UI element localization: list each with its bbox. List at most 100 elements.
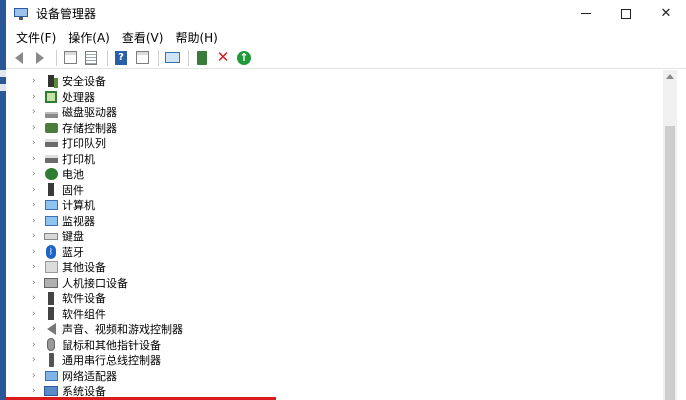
- update-driver-button[interactable]: [193, 49, 211, 67]
- toolbar-separator: [188, 49, 189, 66]
- tree-item-mice[interactable]: › 鼠标和其他指针设备: [6, 338, 663, 353]
- help-icon: ?: [115, 50, 127, 65]
- tree-item-batteries[interactable]: › 电池: [6, 167, 663, 182]
- tree-item-hid[interactable]: › 人机接口设备: [6, 276, 663, 291]
- tree-item-label: 监视器: [62, 214, 95, 228]
- processor-icon-shape: [45, 90, 57, 103]
- menu-file[interactable]: 文件(F): [16, 29, 56, 46]
- mouse-icon: [44, 338, 58, 352]
- other-device-icon-shape: [44, 261, 58, 273]
- scroll-up-arrow-icon[interactable]: [666, 74, 674, 79]
- software-device-icon-shape: [48, 291, 54, 305]
- chevron-right-icon[interactable]: ›: [32, 92, 36, 102]
- back-button[interactable]: [10, 49, 28, 67]
- storage-controller-icon-shape: [44, 122, 58, 133]
- tree-item-storage-controllers[interactable]: › 存储控制器: [6, 121, 663, 136]
- chevron-right-icon[interactable]: ›: [32, 309, 36, 319]
- close-button[interactable]: ✕: [646, 0, 686, 27]
- tree-item-other-devices[interactable]: › 其他设备: [6, 260, 663, 275]
- chevron-right-icon[interactable]: ›: [32, 169, 36, 179]
- uninstall-icon: ✕: [216, 48, 230, 66]
- chevron-right-icon[interactable]: ›: [32, 216, 36, 226]
- printer-icon: [44, 152, 58, 166]
- chevron-right-icon[interactable]: ›: [32, 324, 36, 334]
- tree-item-monitors[interactable]: › 监视器: [6, 214, 663, 229]
- toolbar: ? ✕ ↑: [6, 47, 686, 69]
- chevron-right-icon[interactable]: ›: [32, 262, 36, 272]
- tree-item-computer[interactable]: › 计算机: [6, 198, 663, 213]
- chevron-right-icon[interactable]: ›: [32, 76, 36, 86]
- list-view-button[interactable]: [82, 49, 100, 67]
- back-arrow-icon: [15, 51, 23, 64]
- chevron-right-icon[interactable]: ›: [32, 247, 36, 257]
- chevron-right-icon[interactable]: ›: [32, 123, 36, 133]
- chevron-right-icon[interactable]: ›: [32, 138, 36, 148]
- tree-item-bluetooth[interactable]: › ᛒ 蓝牙: [6, 244, 663, 260]
- chevron-right-icon[interactable]: ›: [32, 154, 36, 164]
- system-device-icon-shape: [44, 386, 58, 396]
- processor-icon: [44, 90, 58, 104]
- tree-item-label: 人机接口设备: [62, 276, 128, 290]
- tree-item-usb-controllers[interactable]: › 通用串行总线控制器: [6, 353, 663, 368]
- tree-item-network-adapters[interactable]: › 网络适配器: [6, 369, 663, 384]
- chevron-right-icon[interactable]: ›: [32, 200, 36, 210]
- chevron-right-icon[interactable]: ›: [32, 278, 36, 288]
- tree-item-sound-video-game[interactable]: › 声音、视频和游戏控制器: [6, 322, 663, 337]
- window-edge: [677, 70, 686, 400]
- device-manager-icon: [14, 7, 28, 20]
- enable-device-button[interactable]: ↑: [235, 49, 253, 67]
- chevron-right-icon[interactable]: ›: [32, 231, 36, 241]
- view-button[interactable]: [133, 49, 151, 67]
- forward-button[interactable]: [31, 49, 49, 67]
- tree-item-disk-drives[interactable]: › 磁盘驱动器: [6, 105, 663, 120]
- menu-help[interactable]: 帮助(H): [175, 29, 217, 46]
- minimize-button[interactable]: [566, 0, 606, 27]
- tree-item-label: 软件设备: [62, 292, 106, 305]
- tree-item-software-components[interactable]: › 软件组件: [6, 307, 663, 322]
- disk-drive-icon-shape: [44, 112, 58, 118]
- tree-item-firmware[interactable]: › 固件: [6, 183, 663, 198]
- tree-item-processor[interactable]: › 处理器: [6, 90, 663, 105]
- security-device-icon-shape: [48, 75, 54, 87]
- help-button[interactable]: ?: [112, 49, 130, 67]
- tree-item-print-queues[interactable]: › 打印队列: [6, 136, 663, 151]
- monitor-screen-shape: [14, 7, 28, 17]
- battery-icon: [44, 167, 58, 181]
- scan-monitor-icon: [164, 52, 180, 63]
- bluetooth-icon-glyph: ᛒ: [46, 244, 56, 259]
- scan-hardware-button[interactable]: [163, 49, 181, 67]
- chevron-right-icon[interactable]: ›: [32, 340, 36, 350]
- chevron-right-icon[interactable]: ›: [32, 107, 36, 117]
- chevron-right-icon[interactable]: ›: [32, 371, 36, 381]
- uninstall-button[interactable]: ✕: [214, 49, 232, 67]
- tree-item-security[interactable]: › 安全设备: [6, 74, 663, 89]
- tree-item-printers[interactable]: › 打印机: [6, 152, 663, 167]
- software-component-icon: [44, 307, 58, 321]
- vertical-scrollbar[interactable]: [663, 70, 677, 400]
- tree-item-keyboards[interactable]: › 键盘: [6, 229, 663, 244]
- hid-icon: [44, 276, 58, 290]
- software-device-icon: [44, 291, 58, 305]
- mouse-icon-shape: [47, 338, 55, 351]
- network-adapter-icon: [44, 369, 58, 383]
- scrollbar-thumb[interactable]: [665, 126, 675, 400]
- tree-item-label: 蓝牙: [62, 245, 84, 259]
- security-device-icon: [44, 74, 58, 88]
- minimize-icon: [581, 13, 591, 14]
- menu-view[interactable]: 查看(V): [122, 29, 164, 46]
- tree-item-software-devices[interactable]: › 软件设备: [6, 291, 663, 306]
- maximize-button[interactable]: [606, 0, 646, 27]
- chevron-right-icon[interactable]: ›: [32, 386, 36, 396]
- menu-action[interactable]: 操作(A): [68, 29, 110, 46]
- properties-button[interactable]: [61, 49, 79, 67]
- monitor-icon-shape: [44, 215, 58, 226]
- speaker-icon: [44, 322, 58, 336]
- menu-bar: 文件(F) 操作(A) 查看(V) 帮助(H): [6, 27, 686, 47]
- tree-item-label: 软件组件: [62, 307, 106, 321]
- tree-item-label: 处理器: [62, 90, 95, 104]
- chevron-right-icon[interactable]: ›: [32, 355, 36, 365]
- toolbar-separator: [158, 49, 159, 66]
- device-tree: › 安全设备 › 处理器 › 磁盘驱动器 › 存储控制器 › 打印队列 › 打印…: [6, 70, 663, 400]
- chevron-right-icon[interactable]: ›: [32, 293, 36, 303]
- chevron-right-icon[interactable]: ›: [32, 185, 36, 195]
